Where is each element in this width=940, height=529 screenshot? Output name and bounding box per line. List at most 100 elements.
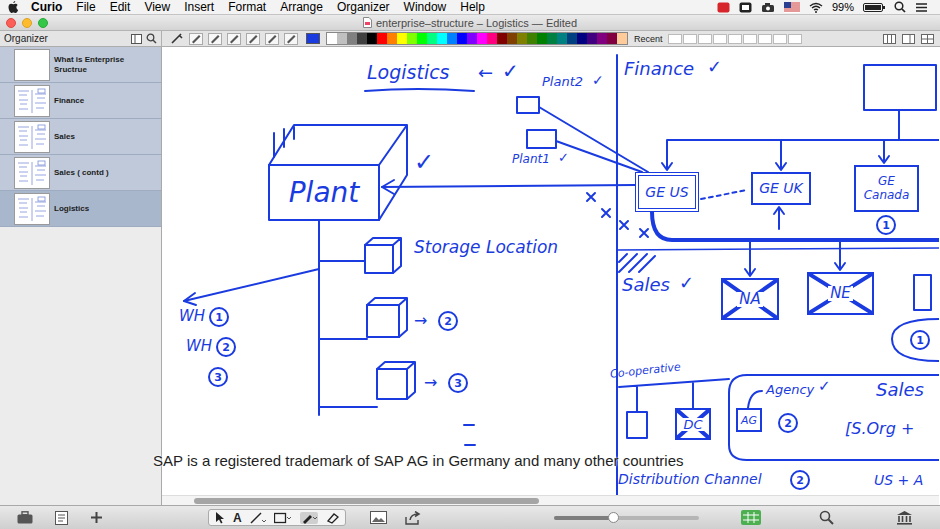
zoom-thumb[interactable] (608, 512, 619, 523)
palette-swatch[interactable] (467, 33, 477, 44)
app-red-icon[interactable] (717, 2, 730, 13)
list-icon[interactable] (915, 2, 928, 13)
page-icon[interactable] (55, 511, 68, 525)
menu-item[interactable]: Arrange (280, 0, 323, 14)
palette-swatch[interactable] (437, 33, 447, 44)
shape-tool-icon[interactable] (274, 512, 292, 524)
share-icon[interactable] (405, 511, 422, 525)
sidebar-item[interactable]: What is Enterprise Sructrue (0, 47, 161, 83)
palette-swatch[interactable] (377, 33, 387, 44)
search-icon[interactable] (894, 1, 906, 13)
sidebar-item-label[interactable]: Finance (54, 96, 90, 106)
palette-swatch[interactable] (417, 33, 427, 44)
canvas[interactable]: Logistics←✓Plant2✓Plant1✓Plant✓Storage L… (162, 47, 939, 505)
pointer-icon[interactable] (215, 511, 225, 524)
current-color-swatch[interactable] (306, 33, 320, 44)
palette-swatch[interactable] (547, 33, 557, 44)
horizontal-scrollbar[interactable] (162, 495, 939, 505)
palette-swatch[interactable] (477, 33, 487, 44)
sidebar-toggle-icon[interactable] (131, 34, 142, 44)
pen-tool-icon[interactable] (300, 512, 318, 524)
apple-icon[interactable] (8, 1, 19, 14)
sidebar-item[interactable]: Sales ( contd ) (0, 155, 161, 191)
wrench-icon[interactable] (170, 33, 184, 45)
flag-icon[interactable] (784, 2, 800, 13)
palette-swatch[interactable] (407, 33, 417, 44)
menu-item[interactable]: Organizer (337, 0, 390, 14)
line-tool-icon[interactable] (250, 512, 266, 524)
palette-swatch[interactable] (367, 33, 377, 44)
search-icon[interactable] (146, 33, 157, 44)
sidebar-item-label[interactable]: Logistics (54, 204, 95, 214)
palette-swatch[interactable] (457, 33, 467, 44)
channel-box[interactable]: AG (736, 408, 762, 432)
plus-icon[interactable] (90, 511, 103, 524)
recent-swatch[interactable] (758, 34, 772, 44)
briefcase-icon[interactable] (17, 511, 33, 524)
palette-swatch[interactable] (327, 33, 337, 44)
palette-swatch[interactable] (497, 33, 507, 44)
recent-swatch[interactable] (743, 34, 757, 44)
palette-swatch[interactable] (587, 33, 597, 44)
sidebar-item-label[interactable]: Sales (54, 132, 81, 142)
recent-swatch[interactable] (773, 34, 787, 44)
menu-item[interactable]: View (144, 0, 170, 14)
palette-swatch[interactable] (507, 33, 517, 44)
recent-swatch[interactable] (668, 34, 682, 44)
wifi-icon[interactable] (809, 2, 823, 13)
menu-item[interactable]: Window (404, 0, 447, 14)
camera-icon[interactable] (761, 2, 775, 13)
palette-swatch[interactable] (397, 33, 407, 44)
sidebar-item[interactable]: Sales (0, 119, 161, 155)
minimize-button[interactable] (22, 18, 32, 28)
search-icon[interactable] (819, 510, 834, 525)
recent-swatch[interactable] (728, 34, 742, 44)
battery-icon[interactable] (863, 2, 885, 13)
highlighter-icon[interactable] (265, 33, 279, 45)
eraser-icon[interactable] (284, 33, 298, 45)
close-button[interactable] (6, 18, 16, 28)
sidebar-item-label[interactable]: What is Enterprise Sructrue (54, 55, 161, 75)
palette-swatch[interactable] (607, 33, 617, 44)
marker-icon[interactable] (208, 33, 222, 45)
text-tool[interactable]: A (233, 511, 242, 525)
palette-swatch[interactable] (557, 33, 567, 44)
menu-item[interactable]: Format (228, 0, 266, 14)
recent-swatch[interactable] (698, 34, 712, 44)
palette-swatch[interactable] (387, 33, 397, 44)
inspector-icon[interactable] (902, 34, 915, 44)
palette-swatch[interactable] (347, 33, 357, 44)
recent-swatch[interactable] (683, 34, 697, 44)
palette-swatch[interactable] (487, 33, 497, 44)
palette-swatch[interactable] (517, 33, 527, 44)
scroll-thumb[interactable] (194, 498, 539, 504)
palette-swatch[interactable] (537, 33, 547, 44)
sidebar-item[interactable]: Finance (0, 83, 161, 119)
sales-org-box[interactable]: NA (721, 278, 779, 320)
grid-view-icon[interactable] (741, 510, 761, 525)
recent-swatch[interactable] (788, 34, 802, 44)
sidebar-item[interactable]: Logistics (0, 191, 161, 227)
palette-swatch[interactable] (577, 33, 587, 44)
pencil-icon[interactable] (246, 33, 260, 45)
grid-icon[interactable] (921, 34, 934, 44)
palette-swatch[interactable] (617, 33, 627, 44)
menu-item[interactable]: Help (460, 0, 485, 14)
menu-item[interactable]: File (76, 0, 95, 14)
palette-swatch[interactable] (567, 33, 577, 44)
sidebar-item-label[interactable]: Sales ( contd ) (54, 168, 115, 178)
menu-item[interactable]: Insert (184, 0, 214, 14)
brush-icon[interactable] (227, 33, 241, 45)
palette-swatch[interactable] (427, 33, 437, 44)
palette-swatch[interactable] (527, 33, 537, 44)
pen-icon[interactable] (189, 33, 203, 45)
app-dark-icon[interactable] (739, 2, 752, 13)
company-code-box[interactable]: GE Canada (854, 165, 919, 212)
columns-icon[interactable] (883, 34, 896, 44)
zoom-button[interactable] (38, 18, 48, 28)
channel-box[interactable]: DC (675, 408, 711, 440)
sales-org-box[interactable]: NE (807, 272, 874, 315)
palette-swatch[interactable] (597, 33, 607, 44)
eraser-tool-icon[interactable] (326, 512, 339, 524)
image-icon[interactable] (370, 511, 387, 524)
